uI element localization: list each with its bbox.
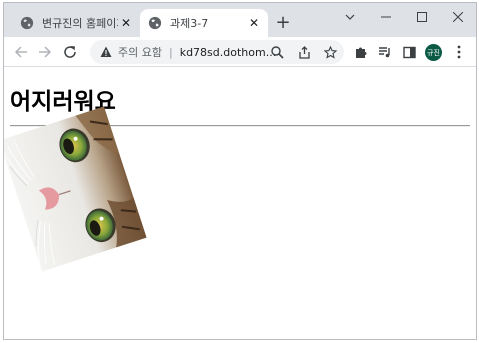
url-text[interactable]: kd78sd.dothom... <box>180 46 276 59</box>
maximize-icon <box>417 12 427 22</box>
security-status-label[interactable]: 주의 요함 <box>118 44 162 60</box>
tab-homepage[interactable]: 변규진의 홈페이지 ✕ <box>12 9 140 37</box>
omnibox-divider: | <box>168 45 173 59</box>
forward-button[interactable] <box>36 43 54 61</box>
more-vert-icon <box>457 45 461 59</box>
globe-icon <box>148 16 162 30</box>
tab-title: 변규진의 홈페이지 <box>42 17 118 30</box>
extensions-button[interactable] <box>352 43 370 61</box>
bookmark-button[interactable] <box>321 43 339 61</box>
tab-strip: 변규진의 홈페이지 ✕ 과제3-7 ✕ + <box>4 3 476 37</box>
maximize-button[interactable] <box>404 5 440 29</box>
rotated-cat-image <box>4 106 147 272</box>
media-control-button[interactable] <box>376 43 394 61</box>
profile-avatar[interactable]: 규진 <box>425 44 442 61</box>
minimize-button[interactable] <box>368 5 404 29</box>
share-button[interactable] <box>295 43 313 61</box>
zoom-button[interactable] <box>268 43 286 61</box>
chevron-down-icon <box>345 14 355 20</box>
new-tab-button[interactable]: + <box>274 14 292 32</box>
arrow-right-icon <box>39 46 52 58</box>
star-icon <box>323 45 337 59</box>
page-content: 어지러워요 <box>4 68 476 339</box>
close-window-button[interactable] <box>440 5 476 29</box>
globe-icon <box>20 16 34 30</box>
tab-title: 과제3-7 <box>170 17 209 30</box>
reload-button[interactable] <box>61 43 79 61</box>
back-button[interactable] <box>12 43 30 61</box>
address-bar[interactable]: 주의 요함 | kd78sd.dothom... <box>90 40 344 64</box>
arrow-left-icon <box>14 46 27 58</box>
share-icon <box>298 45 310 59</box>
browser-window: 변규진의 홈페이지 ✕ 과제3-7 ✕ + <box>3 2 477 340</box>
cat-face-illustration <box>4 106 147 272</box>
reload-icon <box>64 46 76 58</box>
minimize-icon <box>381 16 391 18</box>
tab-assignment[interactable]: 과제3-7 ✕ <box>140 9 268 37</box>
warning-icon[interactable] <box>100 46 112 58</box>
zoom-icon <box>270 45 284 59</box>
tab-search-button[interactable] <box>332 5 368 29</box>
close-icon <box>453 12 463 22</box>
toolbar: 주의 요함 | kd78sd.dothom... 규진 <box>4 37 476 67</box>
puzzle-icon <box>356 47 367 58</box>
playlist-icon <box>379 47 390 58</box>
side-panel-button[interactable] <box>400 43 418 61</box>
side-panel-icon <box>402 46 416 58</box>
menu-button[interactable] <box>450 43 468 61</box>
tab-close-button[interactable]: ✕ <box>246 15 262 31</box>
tab-close-button[interactable]: ✕ <box>118 15 134 31</box>
